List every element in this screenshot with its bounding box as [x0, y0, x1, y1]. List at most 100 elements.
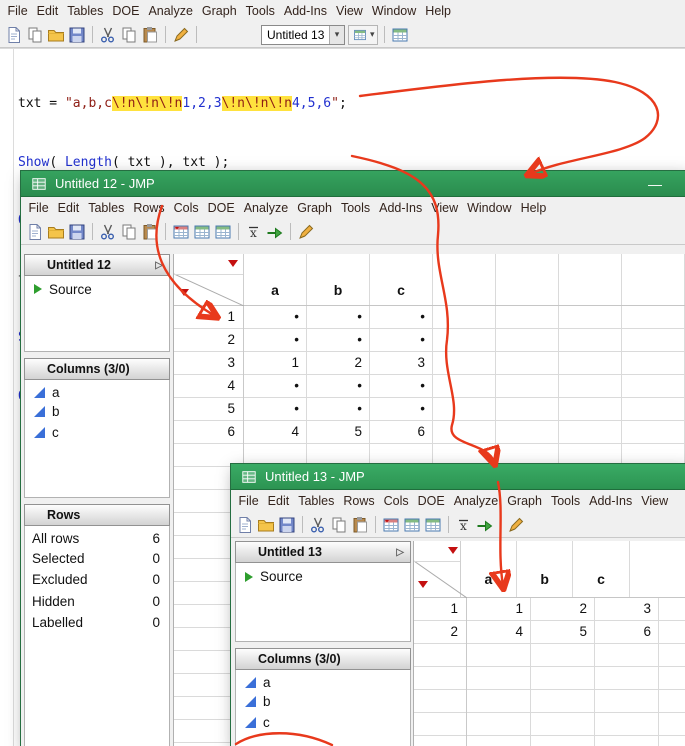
save-icon[interactable] [68, 223, 86, 241]
menu-item[interactable]: Add-Ins [585, 491, 637, 511]
stat-hidden[interactable]: Hidden 0 [25, 591, 169, 613]
grid-corner-cell[interactable] [174, 254, 244, 306]
rows-menu-red-triangle-icon[interactable] [179, 289, 189, 296]
menu-edit[interactable]: Edit [32, 1, 63, 21]
menu-item[interactable]: Tools [336, 198, 374, 218]
column-header-empty[interactable] [559, 254, 622, 305]
new-table-icon[interactable] [26, 223, 44, 241]
menu-analyze[interactable]: Analyze [144, 1, 197, 21]
columns-panel-header[interactable]: Columns (3/0) [235, 648, 411, 670]
menu-view[interactable]: View [331, 1, 367, 21]
menu-addins[interactable]: Add-Ins [279, 1, 331, 21]
data-grid-untitled-13[interactable]: a b c 1 1 2 3 2 4 5 6 [413, 541, 685, 746]
data-table-icon[interactable] [391, 26, 409, 44]
copy-icon[interactable] [120, 26, 138, 44]
source-script-item[interactable]: Source [236, 563, 410, 584]
menu-item[interactable]: View [637, 491, 673, 511]
disclosure-icon[interactable]: ▷ [396, 547, 404, 558]
table-list-button[interactable]: ▾ [348, 24, 378, 45]
add-rows-icon[interactable] [172, 223, 190, 241]
menu-item[interactable]: Edit [53, 198, 84, 218]
menu-file[interactable]: File [3, 1, 32, 21]
column-item-c[interactable]: c [236, 712, 410, 733]
column-item-b[interactable]: b [25, 401, 169, 422]
menu-item[interactable]: DOE [413, 491, 449, 511]
column-header-empty[interactable] [496, 254, 559, 305]
table-row[interactable]: 6 4 5 6 [174, 421, 433, 444]
table-panel-header[interactable]: Untitled 13 ▷ [235, 541, 411, 563]
cut-icon[interactable] [99, 223, 117, 241]
menu-item[interactable]: DOE [203, 198, 239, 218]
stat-excluded[interactable]: Excluded 0 [25, 569, 169, 591]
column-header-b[interactable]: b [517, 541, 574, 597]
xbar-icon[interactable] [455, 516, 473, 534]
menu-item[interactable]: Analyze [239, 198, 292, 218]
columns-panel-header[interactable]: Columns (3/0) [24, 358, 170, 380]
new-script-icon[interactable] [5, 26, 23, 44]
source-script-item[interactable]: Source [25, 276, 169, 297]
column-item-a[interactable]: a [25, 380, 169, 401]
column-header-empty[interactable] [630, 541, 685, 597]
pen-icon[interactable] [172, 26, 190, 44]
menu-item[interactable]: Edit [263, 491, 294, 511]
column-item-a[interactable]: a [236, 670, 410, 691]
menu-item[interactable]: Rows [339, 491, 379, 511]
source-icon[interactable] [245, 571, 253, 582]
menu-item[interactable]: View [427, 198, 463, 218]
data-table-icon[interactable] [424, 516, 442, 534]
column-item-c[interactable]: c [25, 422, 169, 443]
menu-item[interactable]: Window [463, 198, 516, 218]
minimize-button[interactable]: — [648, 177, 662, 191]
rows-panel-header[interactable]: Rows [24, 504, 170, 526]
column-header-c[interactable]: c [370, 254, 433, 305]
menu-doe[interactable]: DOE [108, 1, 144, 21]
table-row[interactable]: 2 4 5 6 [414, 621, 659, 644]
column-header-b[interactable]: b [307, 254, 370, 305]
pen-icon[interactable] [297, 223, 315, 241]
column-header-a[interactable]: a [244, 254, 307, 305]
menu-window[interactable]: Window [367, 1, 420, 21]
pen-icon[interactable] [507, 516, 525, 534]
menu-item[interactable]: File [234, 491, 263, 511]
stat-labelled[interactable]: Labelled 0 [25, 612, 169, 634]
paste-icon[interactable] [141, 26, 159, 44]
window-list-combo[interactable]: Untitled 13 ▾ [261, 24, 345, 45]
grid-corner-cell[interactable] [414, 541, 467, 598]
table-row[interactable]: 1 • • • [174, 306, 433, 329]
menu-item[interactable]: Cols [169, 198, 203, 218]
menu-item[interactable]: Tables [294, 491, 339, 511]
run-arrow-icon[interactable] [476, 516, 494, 534]
menu-help[interactable]: Help [421, 1, 456, 21]
table-row[interactable]: 1 1 2 3 [414, 598, 659, 621]
data-table-icon[interactable] [214, 223, 232, 241]
add-rows-icon[interactable] [382, 516, 400, 534]
menu-item[interactable]: Tools [546, 491, 584, 511]
titlebar-untitled-13[interactable]: Untitled 13 - JMP [231, 464, 685, 490]
columns-menu-red-triangle-icon[interactable] [228, 260, 238, 267]
open-icon[interactable] [257, 516, 275, 534]
menu-item[interactable]: Analyze [449, 491, 502, 511]
save-icon[interactable] [68, 26, 86, 44]
open-icon[interactable] [47, 26, 65, 44]
menu-item[interactable]: Tables [84, 198, 129, 218]
column-header-c[interactable]: c [573, 541, 630, 597]
copy-icon[interactable] [120, 223, 138, 241]
open-icon[interactable] [47, 223, 65, 241]
menu-item[interactable]: Add-Ins [375, 198, 427, 218]
cut-icon[interactable] [99, 26, 117, 44]
data-table-icon[interactable] [193, 223, 211, 241]
column-header-empty[interactable] [433, 254, 496, 305]
menu-graph[interactable]: Graph [197, 1, 241, 21]
menu-item[interactable]: Cols [379, 491, 413, 511]
menu-item[interactable]: Help [516, 198, 551, 218]
table-row[interactable]: 5 • • • [174, 398, 433, 421]
menu-item[interactable]: Graph [293, 198, 337, 218]
menu-tables[interactable]: Tables [63, 1, 108, 21]
copy-icon[interactable] [26, 26, 44, 44]
menu-item[interactable]: Graph [503, 491, 547, 511]
menu-tools[interactable]: Tools [241, 1, 279, 21]
new-table-icon[interactable] [236, 516, 254, 534]
paste-icon[interactable] [141, 223, 159, 241]
table-row[interactable]: 3 1 2 3 [174, 352, 433, 375]
table-row[interactable]: 4 • • • [174, 375, 433, 398]
